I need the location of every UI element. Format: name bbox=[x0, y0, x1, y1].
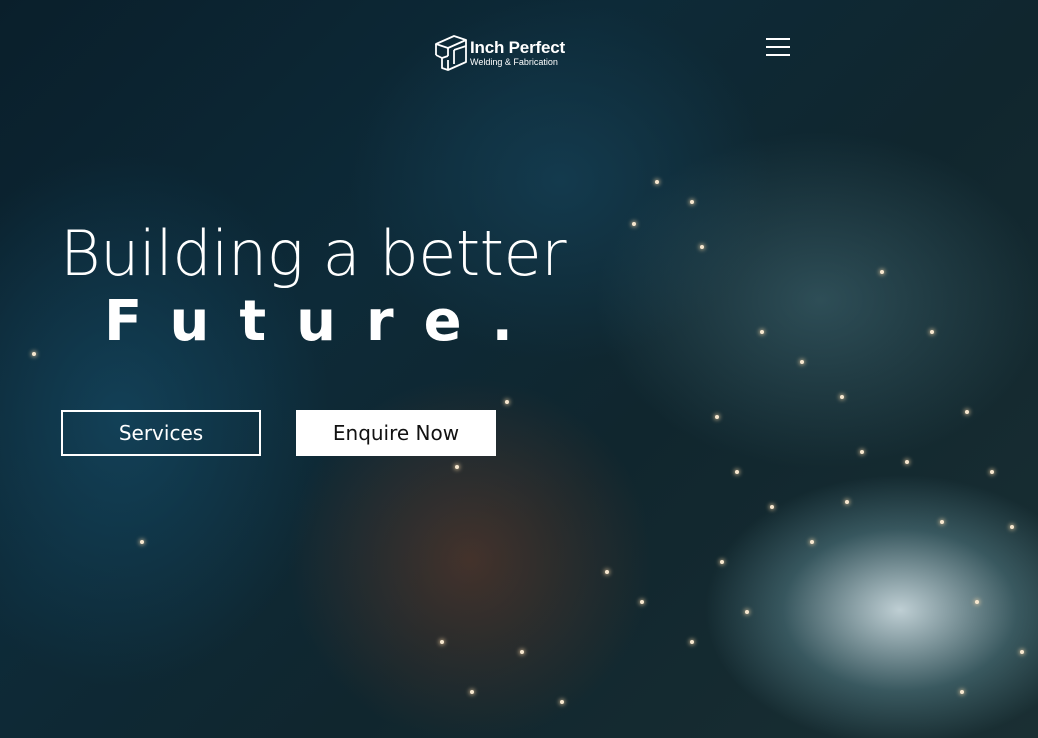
site-header: Inch Perfect Welding & Fabrication bbox=[0, 30, 1038, 76]
brand-tagline: Welding & Fabrication bbox=[470, 57, 558, 67]
headline-line-2: Future. bbox=[104, 289, 543, 354]
hero-section: Inch Perfect Welding & Fabrication Build… bbox=[0, 0, 1038, 738]
services-button[interactable]: Services bbox=[61, 410, 261, 456]
brand-logo[interactable]: Inch Perfect Welding & Fabrication bbox=[434, 34, 565, 72]
i-beam-logo-icon bbox=[435, 35, 467, 71]
hero-headline: Building a better Future. bbox=[60, 217, 567, 354]
enquire-now-button[interactable]: Enquire Now bbox=[296, 410, 496, 456]
brand-text: Inch Perfect Welding & Fabrication bbox=[470, 38, 565, 68]
welding-sparks-background bbox=[0, 0, 1038, 738]
brand-name: Inch Perfect bbox=[470, 38, 565, 57]
hamburger-menu-icon[interactable] bbox=[766, 38, 790, 56]
headline-line-1: Building a better bbox=[60, 217, 567, 290]
